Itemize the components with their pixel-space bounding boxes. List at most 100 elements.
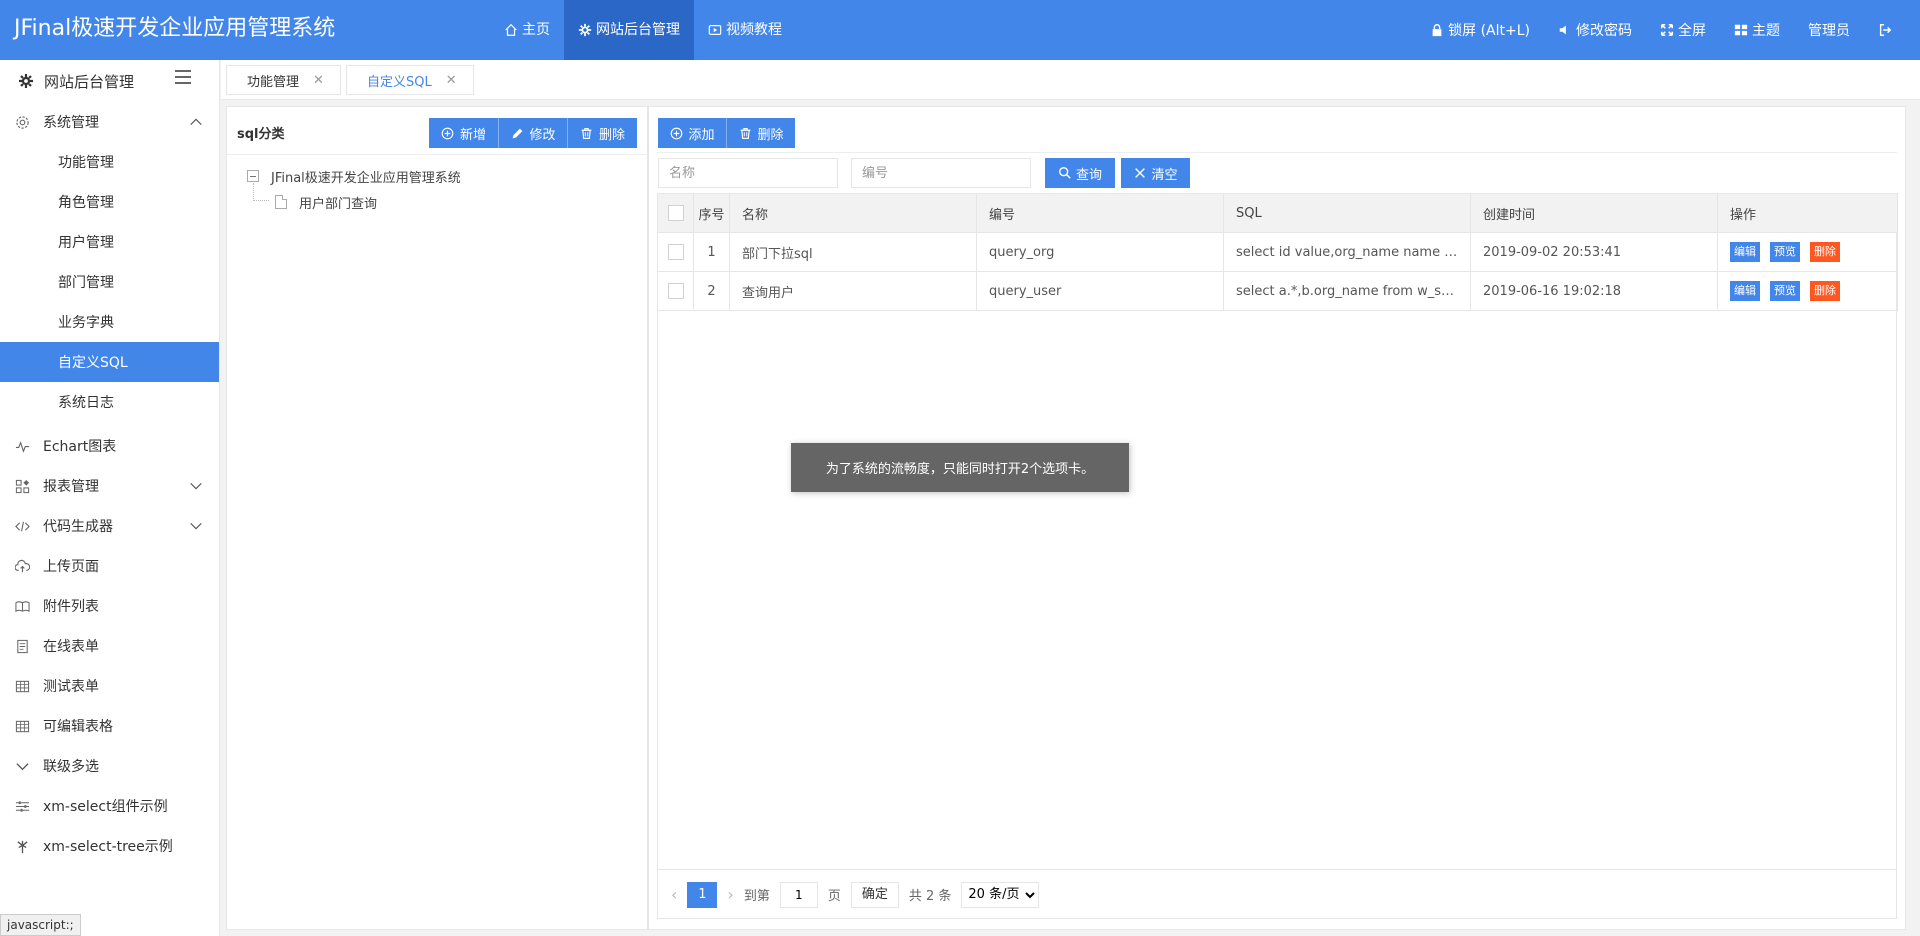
gear-icon — [578, 23, 592, 37]
close-icon[interactable]: ✕ — [446, 73, 457, 88]
edit-category-button[interactable]: 修改 — [499, 118, 568, 148]
checkbox[interactable] — [667, 244, 684, 260]
sidebar-subitem-role[interactable]: 角色管理 — [0, 182, 219, 222]
divider — [227, 154, 647, 155]
sidebar-item-report[interactable]: 报表管理 — [0, 466, 219, 506]
logout-button[interactable] — [1864, 0, 1906, 60]
tab-function[interactable]: 功能管理 ✕ — [226, 65, 341, 95]
tree-node-child[interactable]: 用户部门查询 — [247, 183, 461, 215]
page-size-select[interactable]: 20 条/页 — [961, 881, 1040, 908]
sidebar-item-test-form[interactable]: 测试表单 — [0, 666, 219, 706]
next-page-icon[interactable]: › — [727, 885, 733, 904]
table-icon — [14, 718, 30, 734]
sidebar-subitem-dict[interactable]: 业务字典 — [0, 302, 219, 342]
lock-screen-label: 锁屏 (Alt+L) — [1448, 23, 1530, 39]
sidebar-item-editable-table[interactable]: 可编辑表格 — [0, 706, 219, 746]
sidebar-item-label: 上传页面 — [43, 559, 99, 575]
column-header: 序号 — [693, 193, 730, 233]
button-label: 查询 — [1075, 167, 1102, 183]
change-password-button[interactable]: 修改密码 — [1544, 0, 1646, 60]
page-jump-input[interactable] — [779, 881, 818, 908]
table-row: 2 查询用户 query_user select a.*,b.org_name … — [657, 271, 1898, 311]
query-button[interactable]: 查询 — [1045, 158, 1115, 188]
browser-status-bar: javascript:; — [0, 914, 81, 936]
home-icon — [504, 23, 518, 37]
delete-button[interactable]: 删除 — [1810, 242, 1840, 262]
new-category-button[interactable]: 新增 — [429, 118, 499, 148]
user-menu[interactable]: 管理员 — [1794, 0, 1864, 60]
sidebar-item-label: 代码生成器 — [43, 519, 113, 535]
app-title: JFinal极速开发企业应用管理系统 — [14, 16, 336, 41]
edit-button[interactable]: 编辑 — [1730, 281, 1760, 301]
preview-button[interactable]: 预览 — [1770, 281, 1800, 301]
row-checkbox-cell[interactable] — [657, 232, 694, 272]
delete-category-button[interactable]: 删除 — [568, 118, 637, 148]
sidebar-item-system[interactable]: 系统管理 — [0, 102, 219, 142]
close-icon[interactable]: ✕ — [313, 73, 324, 88]
sidebar-item-echart[interactable]: Echart图表 — [0, 426, 219, 466]
select-all-checkbox[interactable] — [657, 193, 694, 233]
sidebar-subitem-dept[interactable]: 部门管理 — [0, 262, 219, 302]
sidebar-item-xm-select[interactable]: xm-select组件示例 — [0, 786, 219, 826]
prev-page-icon[interactable]: ‹ — [671, 885, 677, 904]
expand-icon — [1660, 23, 1674, 37]
form-icon — [14, 638, 30, 654]
column-header: 创建时间 — [1470, 193, 1718, 233]
goto-label: 到第 — [743, 889, 770, 904]
nav-admin[interactable]: 网站后台管理 — [564, 0, 694, 60]
sidebar: 网站后台管理 系统管理 功能管理 角色管理 用户管理 部门管理 业务字典 自定义… — [0, 60, 220, 936]
trash-icon — [738, 126, 752, 140]
name-search-input[interactable] — [658, 158, 838, 188]
fullscreen-label: 全屏 — [1678, 23, 1706, 39]
row-checkbox-cell[interactable] — [657, 271, 694, 311]
confirm-page-button[interactable]: 确定 — [850, 881, 899, 908]
collapse-icon[interactable] — [247, 170, 259, 182]
add-sql-button[interactable]: 添加 — [658, 118, 727, 148]
sidebar-item-attachments[interactable]: 附件列表 — [0, 586, 219, 626]
sidebar-subitem-function[interactable]: 功能管理 — [0, 142, 219, 182]
delete-sql-button[interactable]: 删除 — [727, 118, 795, 148]
nav-home[interactable]: 主页 — [490, 0, 564, 60]
cell-code: query_user — [976, 271, 1224, 311]
page-label: 页 — [827, 889, 841, 904]
cell-sql: select a.*,b.org_name from w_sys... — [1223, 271, 1471, 311]
checkbox[interactable] — [667, 283, 684, 299]
fullscreen-button[interactable]: 全屏 — [1646, 0, 1720, 60]
lock-screen-button[interactable]: 锁屏 (Alt+L) — [1416, 0, 1544, 60]
theme-button[interactable]: 主题 — [1720, 0, 1794, 60]
tab-custom-sql[interactable]: 自定义SQL ✕ — [346, 65, 474, 95]
sidebar-item-xm-select-tree[interactable]: xm-select-tree示例 — [0, 826, 219, 866]
change-password-label: 修改密码 — [1576, 23, 1632, 39]
button-label: 删除 — [598, 127, 625, 143]
button-label: 新增 — [459, 127, 486, 143]
sidebar-item-upload[interactable]: 上传页面 — [0, 546, 219, 586]
toast-message: 为了系统的流畅度，只能同时打开2个选项卡。 — [791, 443, 1129, 492]
menu-toggle-icon[interactable] — [175, 70, 191, 84]
sidebar-subitem-user[interactable]: 用户管理 — [0, 222, 219, 262]
sidebar-subitem-log[interactable]: 系统日志 — [0, 382, 219, 422]
sidebar-item-codegen[interactable]: 代码生成器 — [0, 506, 219, 546]
code-search-input[interactable] — [851, 158, 1031, 188]
tree-node-root[interactable]: JFinal极速开发企业应用管理系统 — [247, 163, 461, 189]
sidebar-item-online-form[interactable]: 在线表单 — [0, 626, 219, 666]
chevron-down-icon — [14, 758, 30, 774]
sidebar-item-label: 测试表单 — [43, 679, 99, 695]
top-nav: 主页 网站后台管理 视频教程 — [490, 0, 796, 60]
sidebar-title: 网站后台管理 — [44, 72, 135, 91]
clear-button[interactable]: 清空 — [1121, 158, 1190, 188]
nav-video[interactable]: 视频教程 — [694, 0, 796, 60]
video-icon — [708, 23, 722, 37]
cell-no: 2 — [693, 271, 730, 311]
edit-button[interactable]: 编辑 — [1730, 242, 1760, 262]
tree-icon — [14, 838, 30, 854]
sidebar-item-cascade[interactable]: 联级多选 — [0, 746, 219, 786]
current-page-button[interactable]: 1 — [687, 881, 718, 908]
sidebar-subitem-custom-sql[interactable]: 自定义SQL — [0, 342, 219, 382]
delete-button[interactable]: 删除 — [1810, 281, 1840, 301]
cell-name: 部门下拉sql — [729, 232, 977, 272]
tab-label: 功能管理 — [247, 74, 300, 90]
user-label: 管理员 — [1808, 23, 1850, 39]
checkbox[interactable] — [667, 205, 684, 221]
preview-button[interactable]: 预览 — [1770, 242, 1800, 262]
table-row: 1 部门下拉sql query_org select id value,org_… — [657, 232, 1898, 272]
